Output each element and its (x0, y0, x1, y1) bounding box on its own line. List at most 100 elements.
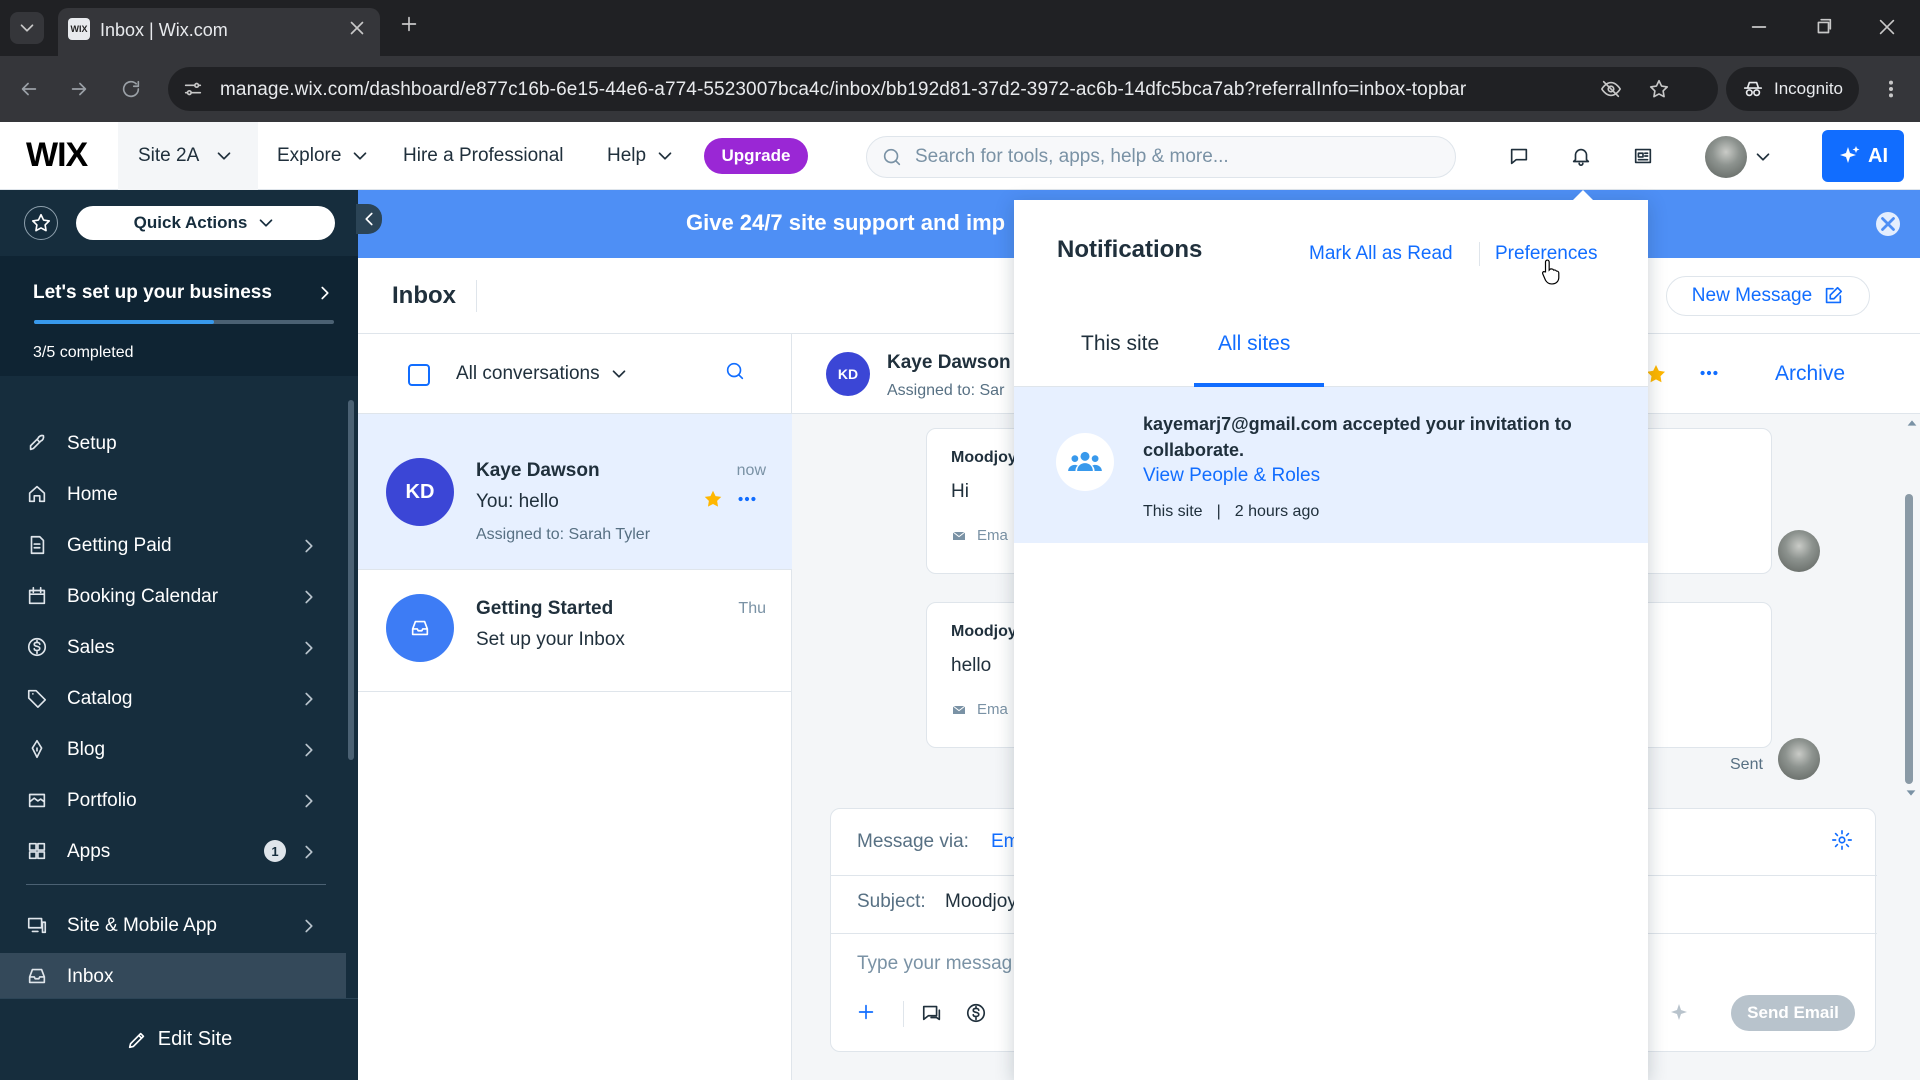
send-email-button[interactable]: Send Email (1731, 995, 1855, 1031)
archive-button[interactable]: Archive (1775, 362, 1845, 386)
scroll-down-icon[interactable] (1904, 786, 1918, 800)
view-people-roles-link[interactable]: View People & Roles (1143, 465, 1320, 487)
sidebar-item-label: Home (67, 484, 118, 505)
ai-assistant-button[interactable]: AI (1822, 130, 1904, 182)
sidebar-item-inbox[interactable]: Inbox (0, 953, 346, 999)
sidebar-item-portfolio[interactable]: Portfolio (0, 777, 346, 823)
contact-avatar[interactable]: KD (826, 352, 870, 396)
sidebar-item-sales[interactable]: Sales (0, 624, 346, 670)
search-input[interactable]: Search for tools, apps, help & more... (866, 136, 1456, 178)
ai-sparkle-icon[interactable] (1669, 1001, 1693, 1025)
hire-professional-link[interactable]: Hire a Professional (403, 122, 564, 190)
tab-all-sites[interactable]: All sites (1218, 332, 1290, 356)
favorites-button[interactable] (24, 206, 58, 240)
sidebar-item-home[interactable]: Home (0, 471, 346, 517)
scroll-up-icon[interactable] (1905, 416, 1919, 430)
chevron-right-icon (305, 743, 313, 757)
chevron-down-icon (354, 152, 367, 160)
new-tab-icon[interactable] (398, 13, 420, 35)
banner-close-button[interactable] (1876, 212, 1900, 236)
sidebar-item-catalog[interactable]: Catalog (0, 675, 346, 721)
reload-icon[interactable] (120, 78, 142, 100)
incognito-label: Incognito (1774, 79, 1843, 98)
setup-progress-fill (34, 320, 214, 324)
tag-icon (27, 689, 47, 708)
restore-icon[interactable] (1812, 16, 1834, 38)
people-icon (1056, 433, 1114, 491)
sidebar-item-label: Apps (67, 841, 111, 862)
address-bar[interactable]: manage.wix.com/dashboard/e877c16b-6e15-4… (168, 67, 1718, 111)
payment-request-icon[interactable] (965, 1002, 987, 1024)
forward-icon[interactable] (68, 78, 90, 100)
assigned-to[interactable]: Assigned to: Sar (887, 382, 1004, 400)
close-window-icon[interactable] (1876, 16, 1898, 38)
star-outline-icon (31, 213, 51, 232)
search-icon[interactable] (724, 360, 746, 382)
conversation-filter-dropdown[interactable]: All conversations (456, 363, 630, 385)
star-filled-icon[interactable] (702, 488, 724, 510)
chat-scrollbar-thumb[interactable] (1905, 494, 1913, 784)
inbox-avatar (386, 594, 454, 662)
chevron-left-icon (365, 212, 373, 226)
setup-progress-bar (34, 320, 334, 324)
gear-icon[interactable] (1831, 829, 1853, 851)
chevron-down-icon[interactable] (1752, 146, 1774, 168)
compose-icon (1825, 286, 1843, 304)
sidebar-item-site-mobile-app[interactable]: Site & Mobile App (0, 902, 346, 948)
envelope-icon (952, 705, 966, 714)
tab-this-site[interactable]: This site (1081, 332, 1159, 356)
browser-menu-icon[interactable] (1880, 78, 1902, 100)
collapse-sidebar-button[interactable] (356, 204, 382, 234)
bookmark-star-icon[interactable] (1648, 78, 1670, 100)
pen-nib-icon (31, 739, 43, 759)
tab-search-button[interactable] (10, 12, 44, 44)
user-avatar[interactable] (1705, 136, 1747, 178)
saved-replies-icon[interactable] (921, 1002, 943, 1024)
setup-progress-card[interactable]: Let's set up your business 3/5 completed (0, 256, 358, 376)
edit-site-label: Edit Site (157, 1028, 233, 1050)
notification-item[interactable]: kayemarj7@gmail.com accepted your invita… (1014, 387, 1648, 543)
sent-status: Sent (1730, 756, 1763, 773)
back-icon[interactable] (18, 78, 40, 100)
team-icon (1068, 451, 1102, 471)
sidebar-item-blog[interactable]: Blog (0, 726, 346, 772)
help-menu[interactable]: Help (607, 122, 676, 190)
browser-tab[interactable]: WIX Inbox | Wix.com (58, 8, 380, 56)
incognito-indicator[interactable]: Incognito (1726, 67, 1859, 111)
new-message-button[interactable]: New Message (1666, 276, 1870, 316)
sidebar-scrollbar[interactable] (348, 400, 354, 760)
explore-menu[interactable]: Explore (277, 122, 371, 190)
notification-scope: This site (1143, 503, 1203, 520)
sidebar-item-setup[interactable]: Setup (0, 420, 346, 466)
bell-icon[interactable] (1570, 145, 1592, 167)
sidebar-item-getting-paid[interactable]: Getting Paid (0, 522, 346, 568)
site-info-icon[interactable] (182, 78, 204, 100)
subject-input[interactable]: Moodjoy (945, 891, 1017, 913)
browser-tab-strip: WIX Inbox | Wix.com (0, 0, 1920, 56)
upgrade-button[interactable]: Upgrade (704, 138, 808, 174)
conversation-item[interactable]: KD Kaye Dawson You: hello Assigned to: S… (358, 414, 792, 570)
minimize-icon[interactable] (1748, 16, 1770, 38)
mark-all-read-button[interactable]: Mark All as Read (1309, 243, 1453, 265)
select-all-checkbox[interactable] (408, 364, 430, 386)
plus-icon[interactable] (855, 1001, 877, 1023)
more-options-icon[interactable] (1698, 362, 1720, 384)
contact-name[interactable]: Kaye Dawson (887, 352, 1011, 374)
chevron-right-icon (321, 286, 329, 300)
news-icon[interactable] (1632, 145, 1654, 167)
wix-logo[interactable]: WIX (26, 136, 88, 175)
conversation-list: All conversations KD Kaye Dawson You: he… (358, 334, 792, 1080)
site-selector[interactable]: Site 2A (118, 122, 258, 190)
sidebar-item-booking-calendar[interactable]: Booking Calendar (0, 573, 346, 619)
sidebar-item-label: Catalog (67, 688, 133, 709)
eye-off-icon[interactable] (1600, 78, 1622, 100)
chat-icon[interactable] (1508, 145, 1530, 167)
quick-actions-button[interactable]: Quick Actions (76, 206, 335, 240)
conversation-item[interactable]: Getting Started Set up your Inbox Thu (358, 570, 792, 692)
edit-site-button[interactable]: Edit Site (0, 998, 358, 1080)
banner-text[interactable]: Give 24/7 site support and imp (686, 210, 1005, 236)
message-input[interactable]: Type your messag (857, 953, 1012, 975)
more-options-icon[interactable] (736, 488, 758, 510)
sidebar-item-apps[interactable]: Apps 1 (0, 828, 346, 874)
close-tab-icon[interactable] (346, 17, 368, 39)
